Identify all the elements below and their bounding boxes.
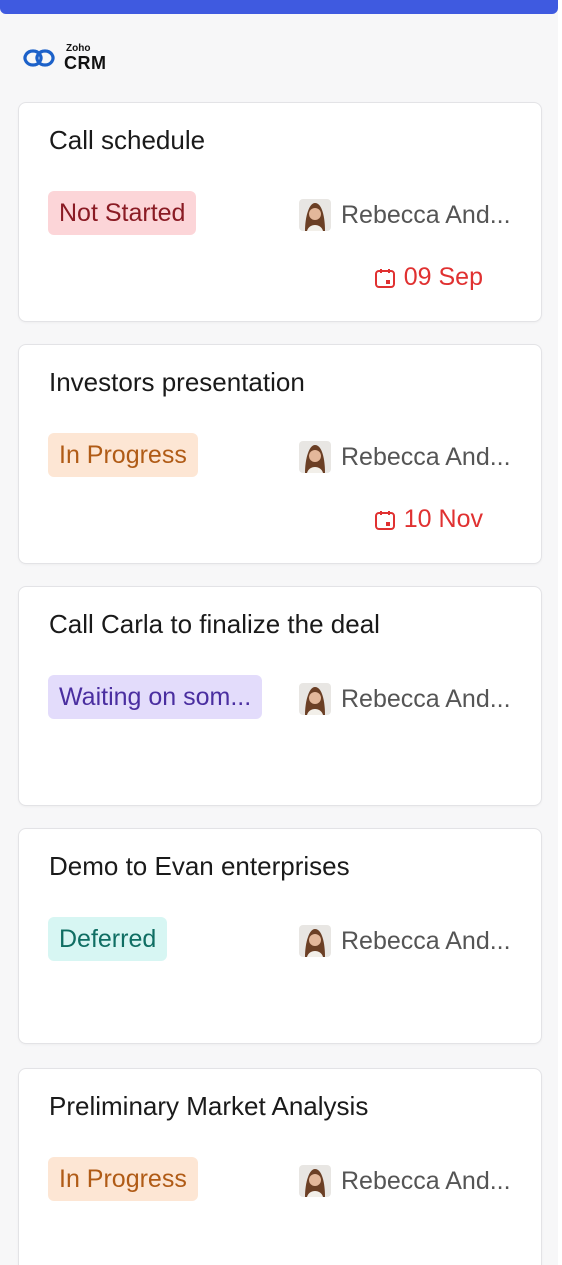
avatar: [299, 1165, 331, 1197]
status-badge: Deferred: [48, 917, 168, 961]
owner-name: Rebecca And...: [341, 442, 511, 471]
calendar-icon: [374, 268, 395, 288]
due-date-text: 10 Nov: [403, 505, 483, 533]
status-badge: In Progress: [48, 433, 198, 477]
top-accent-bar: [0, 0, 558, 14]
due-date-text: 09 Sep: [403, 263, 483, 291]
task-owner: Rebecca And...: [299, 1165, 511, 1197]
task-owner: Rebecca And...: [299, 925, 511, 957]
task-card[interactable]: Investors presentation In Progress Rebec…: [18, 344, 542, 564]
calendar-icon: [374, 510, 395, 530]
avatar: [299, 925, 331, 957]
zoho-logo-icon: [23, 49, 55, 67]
task-title: Demo to Evan enterprises: [49, 851, 350, 881]
avatar: [299, 199, 331, 231]
status-badge: Waiting on som...: [48, 675, 263, 719]
task-owner: Rebecca And...: [299, 441, 511, 473]
task-title: Investors presentation: [49, 367, 305, 397]
owner-name: Rebecca And...: [341, 200, 511, 229]
logo-brand-big: CRM: [64, 53, 107, 73]
task-title: Preliminary Market Analysis: [49, 1091, 369, 1121]
avatar: [299, 683, 331, 715]
task-card[interactable]: Preliminary Market Analysis In Progress …: [18, 1068, 542, 1265]
status-badge: In Progress: [48, 1157, 198, 1201]
task-owner: Rebecca And...: [299, 683, 511, 715]
task-owner: Rebecca And...: [299, 199, 511, 231]
owner-name: Rebecca And...: [341, 926, 511, 955]
task-title: Call Carla to finalize the deal: [49, 609, 380, 639]
task-card[interactable]: Demo to Evan enterprises Deferred Rebecc…: [18, 828, 542, 1044]
zoho-crm-logo[interactable]: Zoho CRM: [20, 40, 107, 76]
due-date: 09 Sep: [374, 263, 483, 292]
task-card[interactable]: Call Carla to finalize the deal Waiting …: [18, 586, 542, 806]
app-frame: Zoho CRM Call schedule Not Started Rebec…: [0, 0, 558, 1265]
due-date: 10 Nov: [374, 505, 483, 534]
status-badge: Not Started: [48, 191, 197, 235]
owner-name: Rebecca And...: [341, 684, 511, 713]
owner-name: Rebecca And...: [341, 1166, 511, 1195]
task-title: Call schedule: [49, 125, 206, 155]
task-card[interactable]: Call schedule Not Started Rebecca And...…: [18, 102, 542, 322]
avatar: [299, 441, 331, 473]
logo-text: Zoho CRM: [64, 44, 107, 73]
